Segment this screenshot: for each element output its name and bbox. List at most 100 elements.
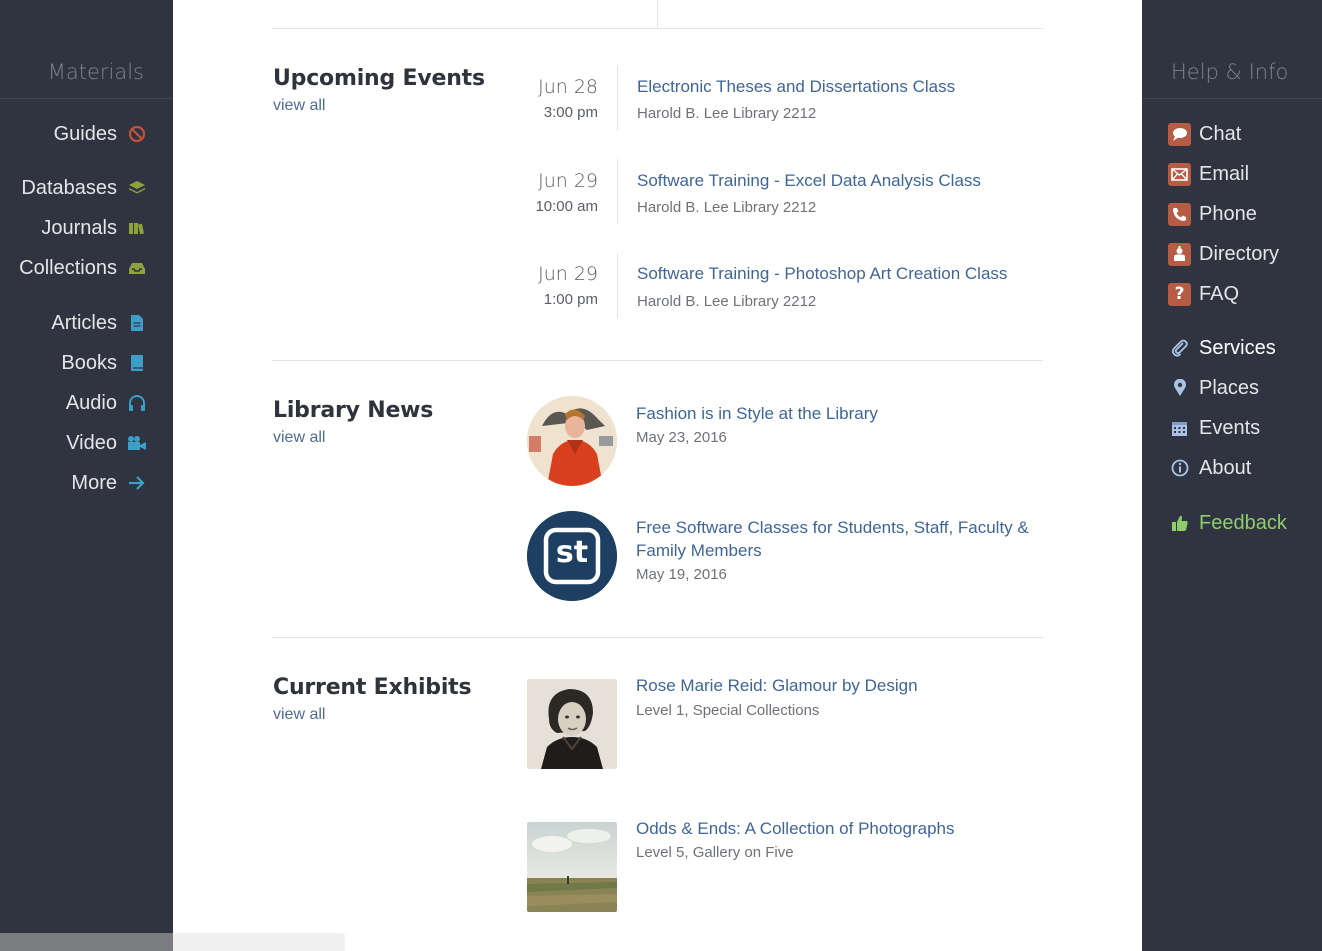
nav-label: Phone (1199, 202, 1257, 225)
event-location: Harold B. Lee Library 2212 (637, 105, 817, 122)
exhibit-title-link[interactable]: Odds & Ends: A Collection of Photographs (636, 817, 1046, 840)
video-camera-icon (127, 433, 147, 453)
software-training-logo[interactable]: st (527, 511, 617, 601)
nav-phone[interactable]: Phone (1168, 200, 1257, 228)
nav-email[interactable]: Email (1168, 160, 1249, 188)
exhibit-location: Level 1, Special Collections (636, 702, 820, 719)
nav-label: Databases (21, 176, 117, 199)
nav-label: Journals (41, 216, 117, 239)
nav-more[interactable]: More (71, 469, 147, 497)
event-time: 1:00 pm (543, 291, 598, 308)
nav-label: Events (1199, 416, 1261, 439)
event-divider (617, 65, 618, 130)
nav-video[interactable]: Video (66, 429, 147, 457)
map-pin-icon (1168, 378, 1191, 398)
arrow-right-icon (127, 473, 147, 493)
chat-bubble-icon (1168, 122, 1191, 146)
event-title-link[interactable]: Electronic Theses and Dissertations Clas… (637, 77, 955, 97)
nav-directory[interactable]: Directory (1168, 240, 1279, 268)
help-info-sidebar: Help & Info Chat Email Phone Directory ?… (1142, 0, 1322, 951)
event-day: Jun 29 (538, 263, 598, 285)
section-divider (272, 637, 1043, 638)
event-time: 3:00 pm (543, 104, 598, 121)
nav-articles[interactable]: Articles (51, 309, 147, 337)
headphones-icon (127, 393, 147, 413)
odds-and-ends-exhibit-image[interactable] (527, 822, 617, 912)
rose-marie-reid-exhibit-image[interactable] (527, 679, 617, 769)
nav-label: Guides (53, 122, 117, 145)
nav-chat[interactable]: Chat (1168, 120, 1241, 148)
event-day: Jun 29 (538, 170, 598, 192)
news-section-title: Library News (273, 398, 434, 423)
question-icon: ? (1168, 282, 1191, 306)
nav-label: Places (1199, 376, 1260, 399)
info-icon (1168, 458, 1191, 478)
events-section-title: Upcoming Events (273, 66, 485, 91)
event-title-link[interactable]: Software Training - Excel Data Analysis … (637, 171, 981, 191)
nav-services[interactable]: Services (1168, 334, 1276, 362)
exhibits-section-title: Current Exhibits (273, 675, 472, 700)
event-time: 10:00 am (535, 198, 598, 215)
nav-feedback[interactable]: Feedback (1168, 509, 1287, 537)
nav-places[interactable]: Places (1168, 374, 1259, 402)
event-location: Harold B. Lee Library 2212 (637, 199, 817, 216)
nav-label: Audio (65, 391, 117, 414)
books-icon (127, 218, 147, 238)
top-column-divider (657, 0, 658, 28)
event-day: Jun 28 (538, 76, 598, 98)
person-badge-icon (1168, 242, 1191, 266)
horizontal-scrollbar-track[interactable] (0, 933, 173, 951)
nav-label: Email (1199, 162, 1250, 185)
nav-events[interactable]: Events (1168, 414, 1260, 442)
nav-audio[interactable]: Audio (66, 389, 147, 417)
nav-label: Collections (19, 256, 117, 279)
section-divider (272, 360, 1043, 361)
nav-label: Directory (1199, 242, 1280, 265)
nav-label: Articles (51, 311, 117, 334)
nav-label: About (1199, 456, 1252, 479)
main-content: Upcoming Events view all Jun 28 3:00 pm … (173, 0, 1142, 951)
fashion-news-image[interactable] (527, 396, 617, 486)
event-title-link[interactable]: Software Training - Photoshop Art Creati… (637, 264, 1007, 284)
nav-label: FAQ (1199, 282, 1240, 305)
phone-icon (1168, 202, 1191, 226)
nav-books[interactable]: Books (61, 349, 147, 377)
nav-about[interactable]: About (1168, 454, 1251, 482)
materials-heading: Materials (47, 60, 144, 84)
event-date: Jun 29 1:00 pm (516, 263, 598, 308)
news-title-link[interactable]: Fashion is in Style at the Library (636, 402, 1046, 425)
nav-label: Feedback (1199, 511, 1287, 534)
envelope-icon (1168, 162, 1191, 186)
nav-journals[interactable]: Journals (41, 214, 147, 242)
exhibit-title-link[interactable]: Rose Marie Reid: Glamour by Design (636, 674, 1046, 697)
help-info-divider (1142, 98, 1322, 99)
materials-divider (0, 98, 173, 99)
nav-label: Video (66, 431, 117, 454)
event-date: Jun 29 10:00 am (516, 170, 598, 215)
nav-label: Books (61, 351, 117, 374)
nav-faq[interactable]: ? FAQ (1168, 280, 1239, 308)
top-divider (272, 28, 1043, 29)
nav-databases[interactable]: Databases (21, 174, 147, 202)
nav-label: Chat (1199, 122, 1242, 145)
calendar-icon (1168, 418, 1191, 438)
book-icon (127, 353, 147, 373)
logo-text: st (555, 535, 589, 570)
help-info-heading: Help & Info (1171, 60, 1289, 84)
exhibit-location: Level 5, Gallery on Five (636, 844, 794, 861)
nav-guides[interactable]: Guides (54, 120, 147, 148)
exhibits-view-all-link[interactable]: view all (273, 706, 325, 724)
event-location: Harold B. Lee Library 2212 (637, 293, 817, 310)
events-view-all-link[interactable]: view all (273, 97, 325, 115)
nav-collections[interactable]: Collections (19, 254, 147, 282)
horizontal-scrollbar-area (173, 933, 345, 951)
news-title-link[interactable]: Free Software Classes for Students, Staf… (636, 516, 1046, 562)
event-divider (617, 159, 618, 224)
paperclip-icon (1168, 338, 1191, 358)
event-divider (617, 253, 618, 318)
news-view-all-link[interactable]: view all (273, 429, 325, 447)
event-date: Jun 28 3:00 pm (516, 76, 598, 121)
thumbs-up-icon (1168, 513, 1191, 533)
inbox-tray-icon (127, 258, 147, 278)
news-date: May 19, 2016 (636, 566, 727, 583)
